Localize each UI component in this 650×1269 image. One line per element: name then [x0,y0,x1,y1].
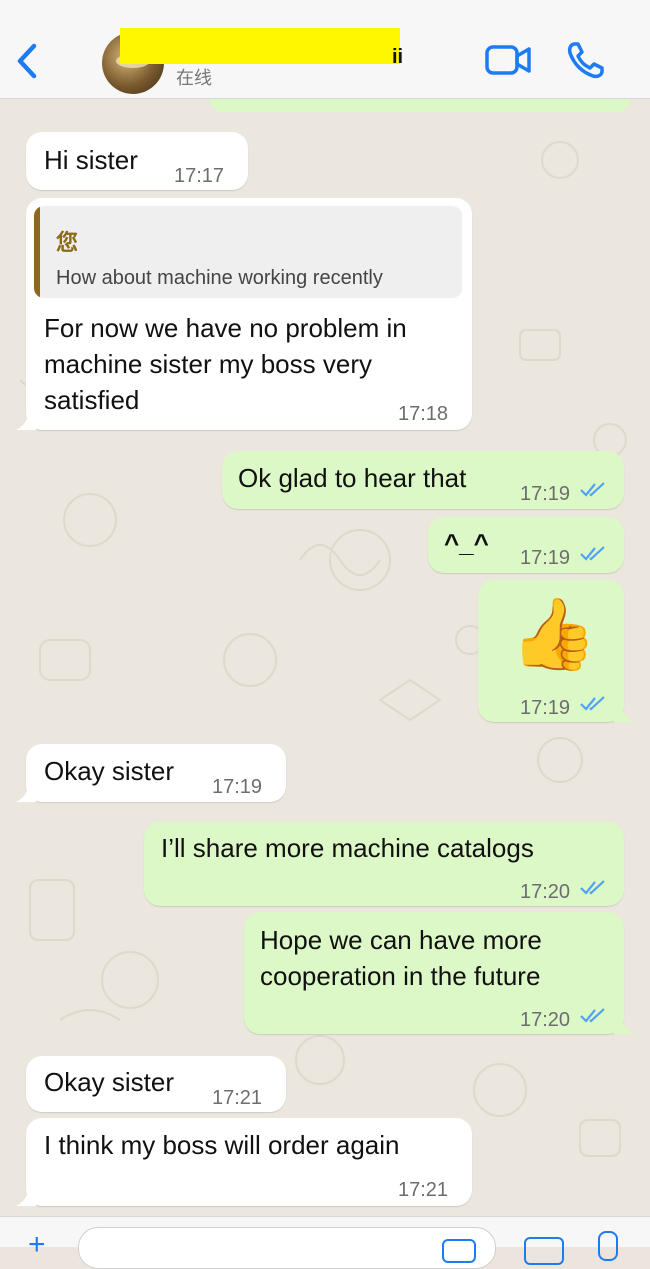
message-time: 17:19 [212,776,263,798]
message-time: 17:17 [174,165,225,187]
outgoing-message[interactable]: Hope we can have more cooperation in the… [244,912,634,1034]
plus-icon[interactable]: + [28,1230,46,1260]
read-receipt-icon [580,1008,605,1023]
read-receipt-icon [580,546,605,561]
message-time: 17:21 [398,1179,449,1201]
incoming-message[interactable]: Hi sister 17:17 [26,132,248,190]
message-text-line: machine sister my boss very [44,349,372,379]
message-text: Okay sister [44,1067,175,1097]
message-input[interactable] [78,1227,496,1269]
phone-icon[interactable] [566,40,606,80]
message-text-line: For now we have no problem in [44,313,407,343]
incoming-message[interactable]: Okay sister 17:19 [16,744,286,802]
message-text-line: satisfied [44,385,140,415]
bubble-tail [16,412,36,430]
bubble-tail [614,1016,634,1034]
message-time: 17:18 [398,403,449,425]
incoming-message[interactable]: Okay sister 17:21 [26,1056,286,1112]
message-time: 17:19 [520,483,571,505]
microphone-icon[interactable] [598,1231,618,1261]
outgoing-message[interactable]: I’ll share more machine catalogs 17:20 [144,822,624,906]
camera-icon[interactable] [524,1237,564,1265]
chevron-left-icon[interactable] [12,40,42,82]
sticker-icon[interactable] [442,1239,476,1263]
message-text: I think my boss will order again [44,1130,400,1160]
message-text: ^_^ [444,528,489,558]
message-text: Ok glad to hear that [238,463,467,493]
message-time: 17:20 [520,881,571,903]
presence-status: 在线 [176,68,212,89]
message-time: 17:19 [520,697,571,719]
contact-name-redacted[interactable] [120,28,400,64]
chat-header: ii 在线 [0,0,650,99]
outgoing-message[interactable]: Ok glad to hear that 17:19 [222,451,624,509]
bubble-tail [614,704,634,722]
read-receipt-icon [580,880,605,895]
message-time: 17:20 [520,1009,571,1031]
message-text-line: Hope we can have more [260,925,542,955]
message-time: 17:19 [520,547,571,569]
read-receipt-icon [580,696,605,711]
message-text: Hi sister [44,145,138,175]
quoted-message[interactable]: 您 How about machine working recently [34,206,462,298]
outgoing-message[interactable]: ^_^ 17:19 [428,517,624,573]
quote-accent-bar [34,206,40,298]
incoming-message[interactable]: I think my boss will order again 17:21 [16,1118,472,1206]
video-camera-icon[interactable] [484,42,532,78]
bubble-tail [16,1188,36,1206]
message-input-bar: + [0,1216,650,1269]
message-text-line: cooperation in the future [260,961,541,991]
quote-author: 您 [56,231,79,256]
bubble-tail [16,784,36,802]
thumbs-up-emoji: 👍 [510,595,598,673]
incoming-message-reply[interactable]: 您 How about machine working recently For… [16,198,472,430]
message-time: 17:21 [212,1087,263,1109]
message-text: I’ll share more machine catalogs [161,833,534,863]
outgoing-emoji-message[interactable]: 👍 17:19 [478,580,634,722]
read-receipt-icon [580,482,605,497]
message-text: Okay sister [44,756,175,786]
contact-name-visible-part: ii [392,46,404,68]
quote-text: How about machine working recently [56,267,383,289]
